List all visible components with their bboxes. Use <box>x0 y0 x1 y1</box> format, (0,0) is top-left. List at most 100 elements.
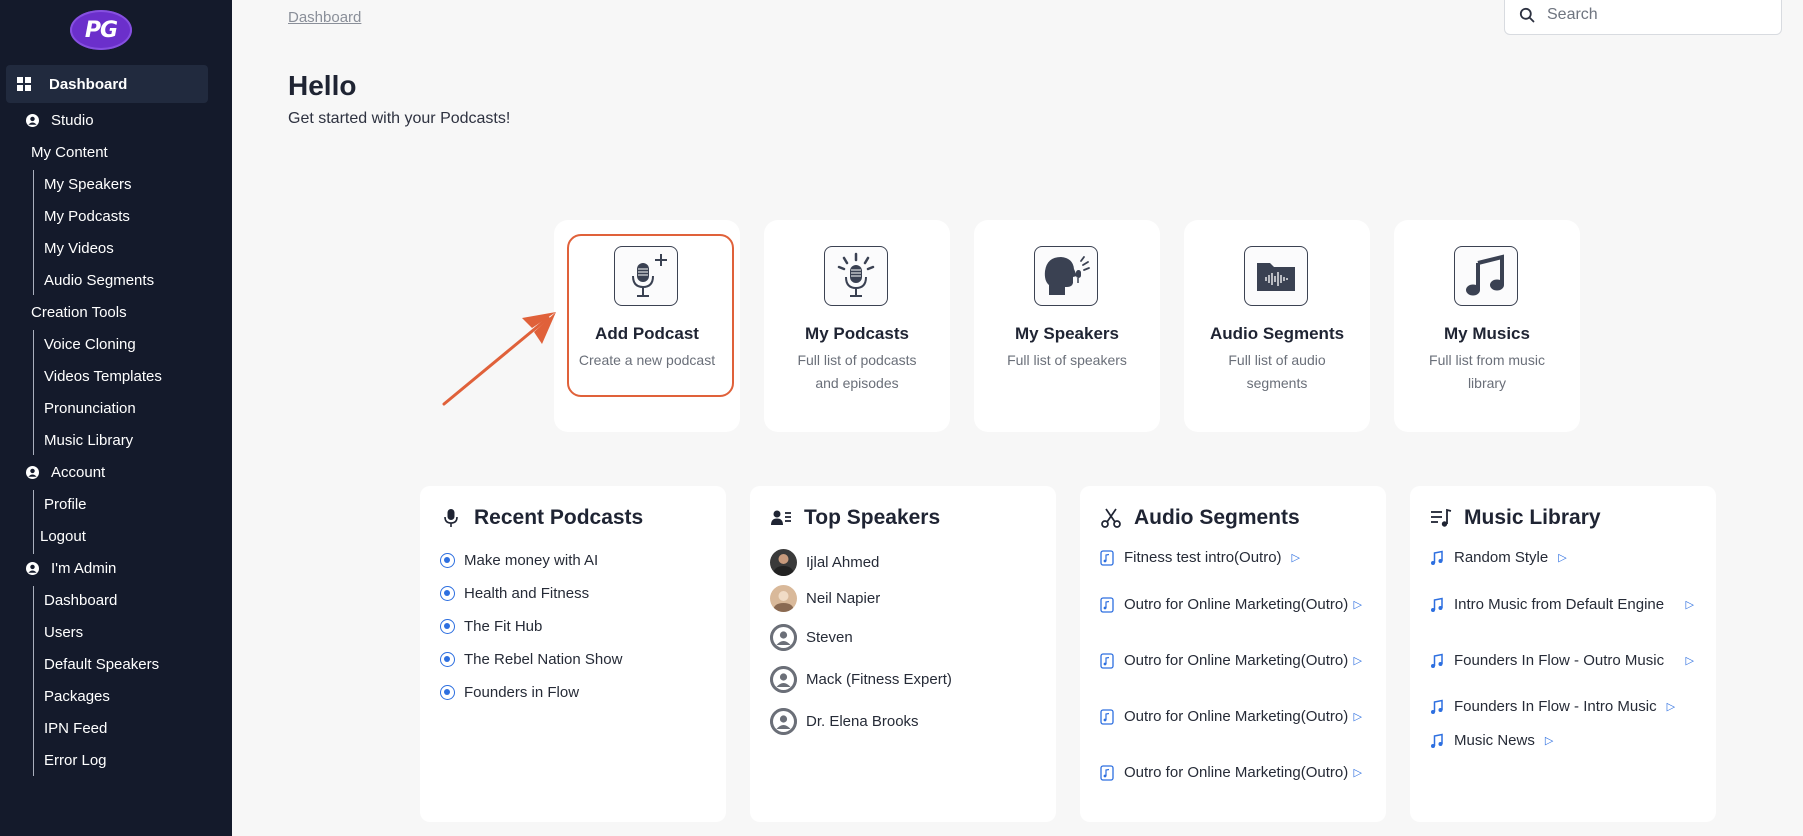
card-title: My Podcasts <box>805 324 909 343</box>
list-item[interactable]: Dr. Elena Brooks <box>770 700 1042 742</box>
play-icon[interactable]: ▷ <box>1354 706 1362 728</box>
sidebar-item-dashboard[interactable]: Dashboard <box>6 65 208 103</box>
audio-file-icon <box>1100 765 1114 781</box>
sidebar-item-studio[interactable]: Studio <box>26 109 94 131</box>
sidebar-item-label: Music Library <box>44 431 134 449</box>
list-item[interactable]: Outro for Online Marketing(Outro) ▷ <box>1100 577 1362 633</box>
audio-segments-panel: Audio Segments Fitness test intro(Outro)… <box>1080 486 1386 822</box>
my-speakers-card[interactable]: My Speakers Full list of speakers <box>974 220 1160 432</box>
item-label: Music News <box>1454 732 1535 749</box>
card-desc: Full list of speakers <box>1007 352 1127 368</box>
sidebar-item-creation-tools[interactable]: Creation Tools <box>31 301 127 323</box>
play-icon[interactable]: ▷ <box>1558 547 1566 569</box>
card-title: Add Podcast <box>595 324 699 343</box>
item-label: Founders in Flow <box>464 684 580 701</box>
sidebar-item-error-log[interactable]: Error Log <box>44 749 107 771</box>
audio-segments-card[interactable]: Audio Segments Full list of audio segmen… <box>1184 220 1370 432</box>
sidebar-item-default-speakers[interactable]: Default Speakers <box>44 653 159 675</box>
item-label: Neil Napier <box>806 589 881 607</box>
list-item[interactable]: Fitness test intro(Outro) ▷ <box>1100 539 1362 577</box>
list-item[interactable]: Random Style ▷ <box>1430 539 1694 577</box>
sidebar-item-my-speakers[interactable]: My Speakers <box>44 173 132 195</box>
list-item[interactable]: Health and Fitness <box>440 577 712 610</box>
my-podcasts-card[interactable]: My Podcasts Full list of podcasts and ep… <box>764 220 950 432</box>
audio-file-icon <box>1100 653 1114 669</box>
sidebar-item-label: Error Log <box>44 751 107 769</box>
list-item[interactable]: Outro for Online Marketing(Outro) ▷ <box>1100 689 1362 745</box>
sidebar-item-my-content[interactable]: My Content <box>31 141 108 163</box>
list-item[interactable]: Outro for Online Marketing(Outro) ▷ <box>1100 745 1362 801</box>
sidebar-item-label: Pronunciation <box>44 399 136 417</box>
breadcrumb[interactable]: Dashboard <box>288 9 361 26</box>
list-item[interactable]: The Fit Hub <box>440 610 712 643</box>
sidebar-item-logout[interactable]: Logout <box>40 525 86 547</box>
sidebar-item-label: My Podcasts <box>44 207 130 225</box>
sidebar-item-packages[interactable]: Packages <box>44 685 110 707</box>
sidebar-item-videos-templates[interactable]: Videos Templates <box>44 365 162 387</box>
item-label: The Rebel Nation Show <box>464 651 623 668</box>
segment-list: Fitness test intro(Outro) ▷ Outro for On… <box>1100 544 1362 801</box>
sidebar-item-pronunciation[interactable]: Pronunciation <box>44 397 136 419</box>
sidebar-item-admin-dashboard[interactable]: Dashboard <box>44 589 117 611</box>
list-item[interactable]: Make money with AI <box>440 544 712 577</box>
item-label: Mack (Fitness Expert) <box>806 670 952 688</box>
list-item[interactable]: Mack (Fitness Expert) <box>770 658 1042 700</box>
list-item[interactable]: Steven <box>770 616 1042 658</box>
sidebar-item-my-videos[interactable]: My Videos <box>44 237 114 259</box>
brand-logo[interactable]: PG <box>70 10 132 50</box>
play-icon[interactable]: ▷ <box>1545 730 1553 752</box>
search-input[interactable] <box>1547 5 1767 24</box>
add-podcast-card[interactable]: Add Podcast Create a new podcast <box>554 220 740 432</box>
sidebar-item-profile[interactable]: Profile <box>44 493 87 515</box>
item-label: Outro for Online Marketing(Outro) <box>1124 708 1349 725</box>
list-item[interactable]: Neil Napier <box>770 580 1042 616</box>
item-label: Ijlal Ahmed <box>806 553 880 571</box>
play-icon[interactable]: ▷ <box>1667 696 1675 718</box>
sidebar-item-label: Logout <box>40 527 86 545</box>
sidebar-item-label: Profile <box>44 495 87 513</box>
play-icon[interactable]: ▷ <box>1354 650 1362 672</box>
sidebar-item-label: Dashboard <box>49 75 128 93</box>
avatar <box>770 548 797 576</box>
music-library-panel: Music Library Random Style ▷ Intro Music… <box>1410 486 1716 822</box>
sidebar-item-ipn-feed[interactable]: IPN Feed <box>44 717 107 739</box>
sidebar-item-label: Videos Templates <box>44 367 162 385</box>
play-icon[interactable]: ▷ <box>1686 594 1694 616</box>
list-item[interactable]: Founders In Flow - Outro Music ▷ <box>1430 633 1694 689</box>
my-musics-card[interactable]: My Musics Full list from music library <box>1394 220 1580 432</box>
nav-tree-line <box>33 490 34 554</box>
sidebar-item-audio-segments[interactable]: Audio Segments <box>44 269 154 291</box>
play-icon[interactable]: ▷ <box>1354 762 1362 784</box>
sidebar-item-label: I'm Admin <box>51 559 117 577</box>
list-item[interactable]: Music News ▷ <box>1430 725 1694 757</box>
dashboard-grid-icon <box>17 77 31 91</box>
play-icon[interactable]: ▷ <box>1292 547 1300 569</box>
sidebar-item-music-library[interactable]: Music Library <box>44 429 133 451</box>
sidebar-item-label: My Speakers <box>44 175 132 193</box>
list-item[interactable]: Outro for Online Marketing(Outro) ▷ <box>1100 633 1362 689</box>
sidebar-item-label: Users <box>44 623 84 641</box>
play-icon[interactable]: ▷ <box>1686 650 1694 672</box>
sidebar-item-account[interactable]: Account <box>26 461 105 483</box>
audio-folder-icon <box>1244 246 1308 306</box>
sidebar-item-label: Voice Cloning <box>44 335 136 353</box>
sidebar-item-admin[interactable]: I'm Admin <box>26 557 116 579</box>
sidebar-item-users[interactable]: Users <box>44 621 83 643</box>
play-icon[interactable]: ▷ <box>1354 594 1362 616</box>
mic-broadcast-icon <box>824 246 888 306</box>
item-label: Founders In Flow - Outro Music <box>1454 652 1665 669</box>
audio-file-icon <box>1100 597 1114 613</box>
music-note-icon <box>1431 597 1443 612</box>
list-item[interactable]: The Rebel Nation Show <box>440 643 712 676</box>
card-desc: Create a new podcast <box>578 352 716 368</box>
list-item[interactable]: Founders in Flow <box>440 676 712 709</box>
sidebar-item-voice-cloning[interactable]: Voice Cloning <box>44 333 136 355</box>
list-item[interactable]: Ijlal Ahmed <box>770 544 1042 580</box>
search-box[interactable] <box>1504 0 1782 35</box>
list-item[interactable]: Intro Music from Default Engine ▷ <box>1430 577 1694 633</box>
list-item[interactable]: Founders In Flow - Intro Music ▷ <box>1430 689 1694 725</box>
sidebar-item-my-podcasts[interactable]: My Podcasts <box>44 205 130 227</box>
panel-title: Audio Segments <box>1134 506 1300 529</box>
avatar <box>770 665 797 693</box>
radio-dot-icon <box>440 619 455 634</box>
